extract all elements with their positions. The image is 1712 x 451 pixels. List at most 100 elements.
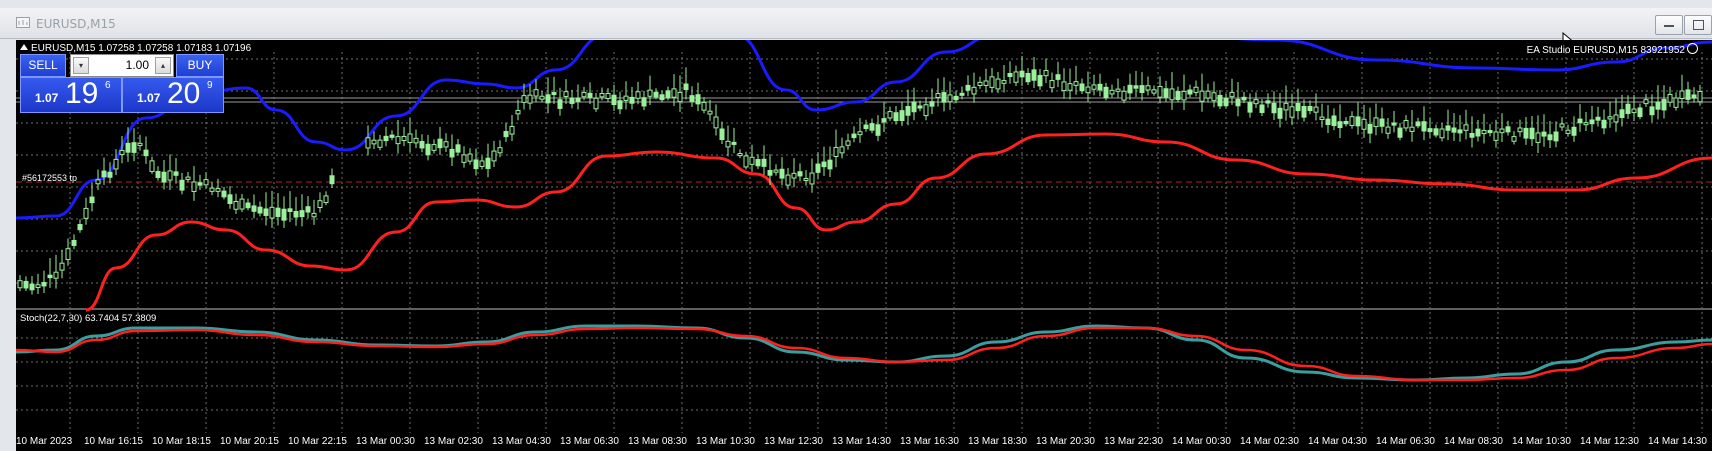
candle-body [563,91,569,97]
candle-body [191,181,197,192]
candle-body [1433,128,1439,136]
candle-body [959,92,965,96]
price-chart[interactable]: EURUSD,M15 1.07258 1.07258 1.07183 1.071… [16,40,1712,451]
candle-body [1283,102,1289,111]
candle-body [1373,117,1379,128]
candle-body [365,137,371,149]
candle-body [1625,103,1631,114]
candle-body [719,128,725,141]
candle-body [671,88,677,98]
candle-body [1037,75,1043,87]
candle-body [539,95,545,100]
candle-body [1697,91,1703,103]
candle-body [203,179,209,186]
time-axis-label: 13 Mar 10:30 [696,436,755,447]
candle-body [1331,115,1337,127]
candle-body [509,126,515,135]
lot-decrease-icon[interactable]: ▾ [73,57,89,74]
candle-body [83,207,89,219]
candle-body [659,94,665,101]
candle-body [737,153,743,157]
candle-body [35,284,41,288]
candle-body [599,93,605,98]
candle-body [725,140,731,148]
candle-body [1205,90,1211,99]
candle-body [1121,90,1127,101]
candle-body [1295,102,1301,112]
candle-body [551,92,557,96]
time-axis-label: 14 Mar 12:30 [1580,436,1639,447]
time-axis-label: 13 Mar 08:30 [628,436,687,447]
candle-body [1643,99,1649,105]
time-axis-label: 13 Mar 22:30 [1104,436,1163,447]
candle-body [875,124,881,136]
candle-body [1187,89,1193,95]
candle-body [845,140,851,146]
time-axis-label: 13 Mar 18:30 [968,436,1027,447]
time-axis-label: 13 Mar 16:30 [900,436,959,447]
candle-body [1571,126,1577,136]
buy-price-button[interactable]: 1.07 20 9 [122,77,224,113]
chart-canvas[interactable] [16,40,1712,451]
candle-body [743,155,749,168]
candle-body [455,144,461,153]
candle-body [983,80,989,86]
candle-body [935,93,941,98]
window-titlebar[interactable]: EURUSD,M15 [0,8,1712,39]
candle-body [833,146,839,158]
order-take-profit-label[interactable]: #56172553 tp [22,173,77,183]
candle-body [575,97,581,102]
candle-body [1631,108,1637,114]
candle-body [1247,102,1253,113]
time-axis-label: 14 Mar 10:30 [1512,436,1571,447]
candle-body [701,101,707,111]
candle-body [443,141,449,148]
candle-body [41,282,47,287]
candle-body [1259,104,1265,113]
candle-body [1091,84,1097,90]
candle-body [653,91,659,98]
candle-body [287,208,293,212]
candle-body [1379,118,1385,127]
candle-body [707,110,713,115]
candle-body [581,92,587,98]
candle-body [1655,101,1661,110]
candle-body [749,156,755,165]
maximize-button[interactable] [1684,15,1712,35]
candle-body [791,172,797,179]
candle-body [1547,134,1553,141]
lot-size-input[interactable]: ▾ 1.00 ▴ [70,54,174,77]
collapse-triangle-icon[interactable] [20,44,28,50]
candle-body [1661,99,1667,111]
lot-increase-icon[interactable]: ▴ [155,57,171,74]
candle-body [527,94,533,104]
candle-body [773,169,779,173]
time-axis-label: 14 Mar 14:30 [1648,436,1707,447]
minimize-button[interactable] [1655,15,1683,35]
candle-body [1175,91,1181,101]
candle-body [1415,121,1421,127]
candle-body [437,138,443,149]
candle-body [1019,70,1025,78]
candle-body [917,105,923,109]
candle-body [965,84,971,91]
candle-body [929,101,935,107]
candle-body [755,159,761,167]
candle-body [1163,88,1169,98]
candle-body [857,131,863,136]
candle-body [431,144,437,151]
sell-button[interactable]: SELL [20,54,66,77]
candle-body [1577,118,1583,124]
time-axis: 10 Mar 2023 10 Mar 16:15 10 Mar 18:15 10 Ma… [16,434,1712,451]
smiley-icon[interactable] [1687,43,1698,54]
candle-body [131,142,137,153]
candle-body [1349,116,1355,126]
candle-body [185,176,191,180]
buy-button[interactable]: BUY [176,54,224,77]
candle-body [1133,85,1139,89]
sell-price-button[interactable]: 1.07 19 6 [20,77,122,113]
candle-body [1169,88,1175,101]
candle-body [923,104,929,117]
candle-body [587,92,593,99]
lot-size-value[interactable]: 1.00 [93,55,149,76]
